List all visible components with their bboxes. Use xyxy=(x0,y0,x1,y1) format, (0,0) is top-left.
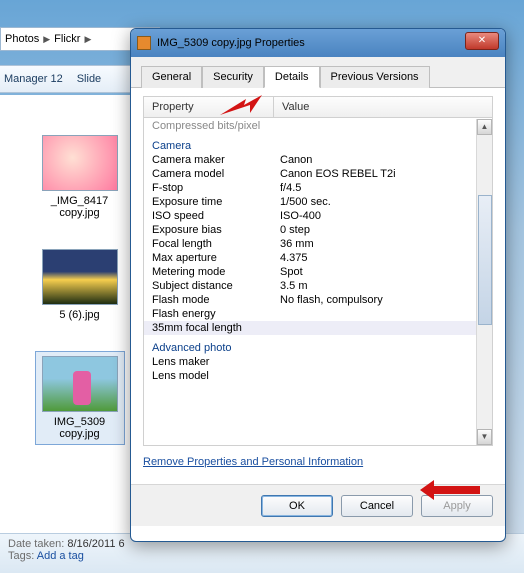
ok-button[interactable]: OK xyxy=(261,495,333,517)
property-row: Subject distance3.5 m xyxy=(144,279,476,293)
thumbnail-image xyxy=(42,356,118,412)
tab-strip: General Security Details Previous Versio… xyxy=(131,57,505,88)
file-label: 5 (6).jpg xyxy=(35,309,125,321)
breadcrumb-seg-flickr[interactable]: Flickr xyxy=(54,33,80,45)
property-row: Metering modeSpot xyxy=(144,265,476,279)
property-row: Lens maker xyxy=(144,355,476,369)
property-row-selected: 35mm focal length xyxy=(144,321,476,335)
properties-dialog: IMG_5309 copy.jpg Properties ✕ General S… xyxy=(130,28,506,542)
tab-details[interactable]: Details xyxy=(264,66,320,88)
file-thumbnail-selected[interactable]: IMG_5309 copy.jpg xyxy=(35,351,125,445)
property-row: ISO speedISO-400 xyxy=(144,209,476,223)
toolbar-item[interactable]: Manager 12 xyxy=(4,73,63,85)
chevron-right-icon: ▶ xyxy=(43,34,50,45)
property-row: Camera modelCanon EOS REBEL T2i xyxy=(144,167,476,181)
vertical-scrollbar[interactable]: ▲ ▼ xyxy=(476,119,492,445)
property-row: Lens model xyxy=(144,369,476,383)
close-icon: ✕ xyxy=(478,35,486,46)
scroll-thumb[interactable] xyxy=(478,195,492,325)
file-thumbnail[interactable]: _IMG_8417 copy.jpg xyxy=(35,135,125,219)
property-row: F-stopf/4.5 xyxy=(144,181,476,195)
file-icon xyxy=(137,36,151,50)
property-row: Camera makerCanon xyxy=(144,153,476,167)
properties-header: Property Value xyxy=(144,97,492,118)
file-thumbnail[interactable]: 5 (6).jpg xyxy=(35,249,125,321)
file-label: _IMG_8417 copy.jpg xyxy=(35,195,125,219)
tab-previous-versions[interactable]: Previous Versions xyxy=(320,66,430,88)
column-value[interactable]: Value xyxy=(274,97,492,117)
apply-button[interactable]: Apply xyxy=(421,495,493,517)
property-row: Compressed bits/pixel xyxy=(144,119,476,133)
scroll-down-icon[interactable]: ▼ xyxy=(477,429,492,445)
group-header-advanced: Advanced photo xyxy=(144,335,476,355)
tags-label: Tags: xyxy=(8,550,34,562)
tab-body-details: Property Value Compressed bits/pixel Cam… xyxy=(131,88,505,484)
chevron-right-icon: ▶ xyxy=(84,34,91,45)
property-row: Exposure time1/500 sec. xyxy=(144,195,476,209)
date-taken-value: 8/16/2011 6 xyxy=(67,538,124,550)
column-property[interactable]: Property xyxy=(144,97,274,117)
property-row: Max aperture4.375 xyxy=(144,251,476,265)
tab-security[interactable]: Security xyxy=(202,66,264,88)
title-bar[interactable]: IMG_5309 copy.jpg Properties ✕ xyxy=(131,29,505,57)
file-label: IMG_5309 copy.jpg xyxy=(36,416,124,440)
add-tag-link[interactable]: Add a tag xyxy=(37,550,84,562)
thumbnail-image xyxy=(42,249,118,305)
remove-properties-link[interactable]: Remove Properties and Personal Informati… xyxy=(143,456,363,468)
close-button[interactable]: ✕ xyxy=(465,32,499,50)
property-row: Focal length36 mm xyxy=(144,237,476,251)
scroll-up-icon[interactable]: ▲ xyxy=(477,119,492,135)
thumbnail-image xyxy=(42,135,118,191)
tab-general[interactable]: General xyxy=(141,66,202,88)
dialog-button-row: OK Cancel Apply xyxy=(131,484,505,526)
date-taken-label: Date taken: xyxy=(8,538,64,550)
toolbar-item[interactable]: Slide xyxy=(77,73,101,85)
property-row: Flash energy xyxy=(144,307,476,321)
properties-list: Property Value Compressed bits/pixel Cam… xyxy=(143,96,493,446)
breadcrumb-seg-photos[interactable]: Photos xyxy=(5,33,39,45)
properties-rows[interactable]: Compressed bits/pixel Camera Camera make… xyxy=(144,119,476,445)
dialog-title: IMG_5309 copy.jpg Properties xyxy=(157,37,305,49)
property-row: Exposure bias0 step xyxy=(144,223,476,237)
property-row: Flash modeNo flash, compulsory xyxy=(144,293,476,307)
cancel-button[interactable]: Cancel xyxy=(341,495,413,517)
group-header-camera: Camera xyxy=(144,133,476,153)
